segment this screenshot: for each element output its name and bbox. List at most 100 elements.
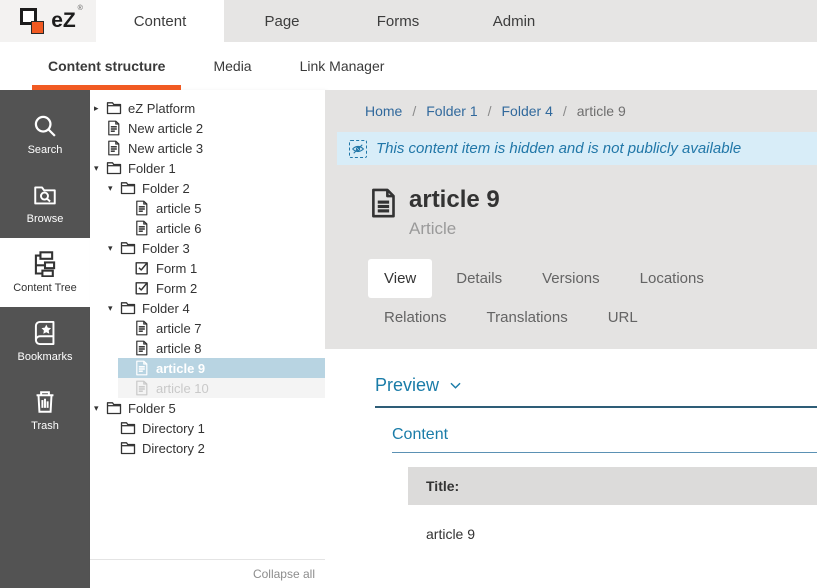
tree-item-label: article 10 <box>156 381 209 396</box>
tree-item-label: Directory 1 <box>142 421 205 436</box>
collapse-arrow-icon[interactable]: ▾ <box>108 244 120 253</box>
tree-indent <box>90 338 118 358</box>
tree-item-content: article 9 <box>118 358 325 378</box>
tree-item-folder-5[interactable]: ▾Folder 5 <box>90 398 325 418</box>
tree-item-form-2[interactable]: Form 2 <box>90 278 325 298</box>
tree-item-directory-1[interactable]: Directory 1 <box>90 418 325 438</box>
folder-icon <box>120 180 136 196</box>
article-icon <box>134 340 150 356</box>
tree-item-content: Directory 1 <box>104 418 325 438</box>
content-tab-relations[interactable]: Relations <box>368 298 463 337</box>
breadcrumb-home[interactable]: Home <box>365 103 402 119</box>
tree-item-article-6[interactable]: article 6 <box>90 218 325 238</box>
breadcrumb-separator: / <box>563 103 567 119</box>
sub-tab-media[interactable]: Media <box>197 42 267 90</box>
breadcrumb-article-9: article 9 <box>577 103 626 119</box>
preview-toggle[interactable]: Preview <box>375 375 817 408</box>
article-icon <box>369 187 397 219</box>
hidden-eye-icon <box>349 140 367 158</box>
main-tab-forms[interactable]: Forms <box>340 0 456 42</box>
folder-icon <box>120 240 136 256</box>
sidebar-item-bookmarks[interactable]: Bookmarks <box>0 307 90 376</box>
tree-item-directory-2[interactable]: Directory 2 <box>90 438 325 458</box>
content-fields-block: Content Title:article 9 <box>392 426 817 563</box>
preview-label: Preview <box>375 375 439 396</box>
tree-item-folder-4[interactable]: ▾ Folder 4 <box>90 298 325 318</box>
secondary-nav: Content structure Media Link Manager <box>0 42 817 90</box>
main-tab-content[interactable]: Content <box>96 0 224 42</box>
tree-item-label: article 5 <box>156 201 202 216</box>
sidebar-item-label: Trash <box>31 420 59 432</box>
tree-item-article-10[interactable]: article 10 <box>90 378 325 398</box>
content-tab-url[interactable]: URL <box>592 298 654 337</box>
chevron-down-icon <box>449 379 462 392</box>
tree-indent <box>90 278 118 298</box>
tree-item-ez-platform[interactable]: ▸eZ Platform <box>90 98 325 118</box>
main-tab-page[interactable]: Page <box>224 0 340 42</box>
collapse-arrow-icon[interactable]: ▾ <box>108 304 120 313</box>
tree-item-form-1[interactable]: Form 1 <box>90 258 325 278</box>
content-tab-versions[interactable]: Versions <box>526 259 616 298</box>
content-tab-view[interactable]: View <box>368 259 432 298</box>
tree-item-content: ▸eZ Platform <box>90 98 325 118</box>
tree-item-article-9[interactable]: article 9 <box>90 358 325 378</box>
content-tab-translations[interactable]: Translations <box>471 298 584 337</box>
tree-item-label: Folder 1 <box>128 161 176 176</box>
tree-item-label: Directory 2 <box>142 441 205 456</box>
tree-item-article-5[interactable]: article 5 <box>90 198 325 218</box>
breadcrumb: Home/Folder 1/Folder 4/article 9 <box>325 90 817 132</box>
registered-mark: ® <box>78 5 83 12</box>
tree-item-content: ▾Folder 5 <box>90 398 325 418</box>
article-icon <box>134 320 150 336</box>
collapse-arrow-icon[interactable]: ▾ <box>94 404 106 413</box>
content-tab-locations[interactable]: Locations <box>624 259 720 298</box>
tree-item-article-8[interactable]: article 8 <box>90 338 325 358</box>
field-list: Title:article 9 <box>392 467 817 563</box>
collapse-arrow-icon[interactable]: ▾ <box>108 184 120 193</box>
content-tree-icon <box>32 251 58 277</box>
tree-item-folder-1[interactable]: ▾ Folder 1 <box>90 158 325 178</box>
tree-indent <box>90 258 118 278</box>
tree-item-label: article 8 <box>156 341 202 356</box>
folder-icon <box>120 440 136 456</box>
tree-item-content: New article 2 <box>90 118 325 138</box>
tree-item-label: article 6 <box>156 221 202 236</box>
sub-tab-content-structure[interactable]: Content structure <box>32 42 181 90</box>
folder-icon <box>120 420 136 436</box>
tree-item-label: New article 3 <box>128 141 203 156</box>
tree-item-folder-3[interactable]: ▾Folder 3 <box>90 238 325 258</box>
alert-text: This content item is hidden and is not p… <box>376 140 741 157</box>
content-tab-details[interactable]: Details <box>440 259 518 298</box>
sidebar-item-search[interactable]: Search <box>0 100 90 169</box>
tree-item-folder-2[interactable]: ▾Folder 2 <box>90 178 325 198</box>
app-logo[interactable]: eZ® <box>0 0 96 42</box>
expand-arrow-icon[interactable]: ▸ <box>94 104 106 113</box>
folder-icon <box>106 400 122 416</box>
icon-sidebar: SearchBrowseContent TreeBookmarks Trash <box>0 90 90 588</box>
collapse-arrow-icon[interactable]: ▾ <box>94 164 106 173</box>
field-value: article 9 <box>408 505 817 563</box>
content-type-label: Article <box>409 219 500 239</box>
tree-item-article-7[interactable]: article 7 <box>90 318 325 338</box>
collapse-all-button[interactable]: Collapse all <box>90 559 325 588</box>
breadcrumb-folder-1[interactable]: Folder 1 <box>426 103 477 119</box>
ez-logo-icon <box>20 8 47 35</box>
top-bar: eZ® ContentPageFormsAdmin <box>0 0 817 42</box>
tree-item-label: Folder 4 <box>142 301 190 316</box>
sub-tab-link-manager[interactable]: Link Manager <box>284 42 401 90</box>
main-tab-admin[interactable]: Admin <box>456 0 572 42</box>
article-icon <box>134 360 150 376</box>
article-icon <box>106 140 122 156</box>
browse-icon <box>32 182 58 208</box>
tree-indent <box>90 198 118 218</box>
sidebar-item-trash[interactable]: Trash <box>0 376 90 445</box>
sidebar-item-browse[interactable]: Browse <box>0 169 90 238</box>
breadcrumb-folder-4[interactable]: Folder 4 <box>502 103 553 119</box>
article-icon <box>106 120 122 136</box>
tree-item-new-article-2[interactable]: New article 2 <box>90 118 325 138</box>
content-tabs: ViewDetailsVersionsLocations RelationsTra… <box>368 259 817 349</box>
tree-item-content: Directory 2 <box>104 438 325 458</box>
tree-item-new-article-3[interactable]: New article 3 <box>90 138 325 158</box>
sidebar-item-content-tree[interactable]: Content Tree <box>0 238 90 307</box>
folder-icon <box>106 100 122 116</box>
